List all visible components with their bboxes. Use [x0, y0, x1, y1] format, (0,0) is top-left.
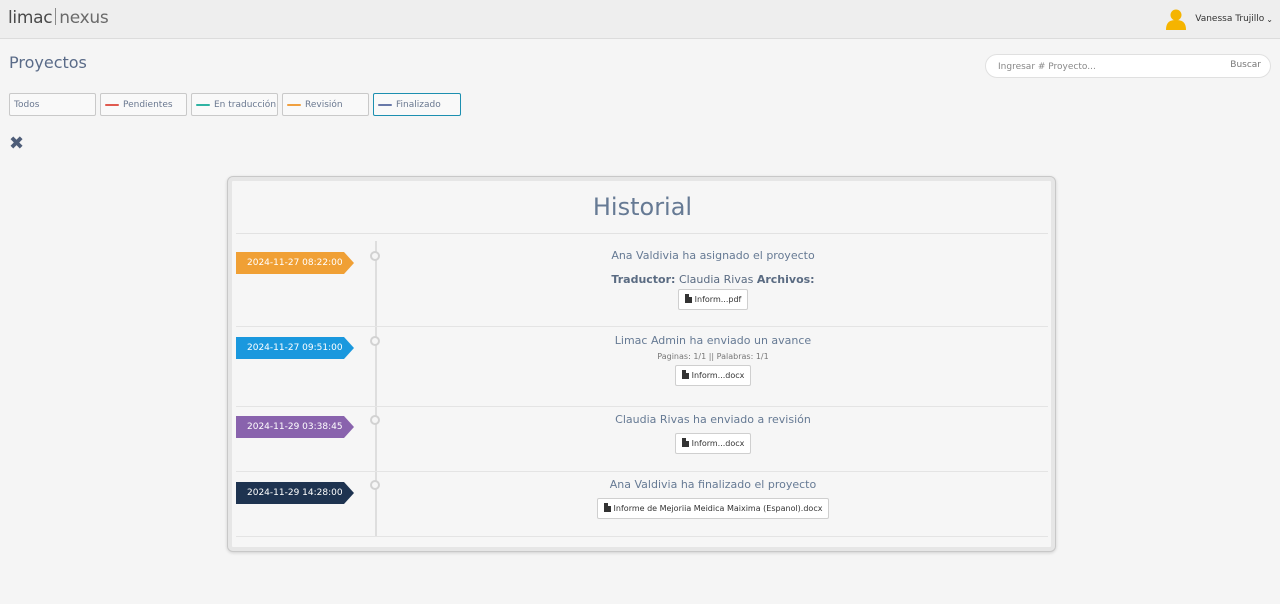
timeline-entry: 2024-11-29 14:28:00 Ana Valdivia ha fina… — [236, 472, 1048, 537]
top-bar: limac nexus Vanessa Trujillo ⌄ — [0, 0, 1280, 39]
timeline-entry: 2024-11-29 03:38:45 Claudia Rivas ha env… — [236, 407, 1048, 472]
entry-separator — [236, 536, 1048, 537]
filter-label: Todos — [14, 99, 40, 110]
status-color-bar — [287, 103, 301, 106]
files-label: Archivos: — [756, 273, 815, 286]
filter-label: Finalizado — [396, 99, 441, 110]
filter-label: En traducción — [214, 99, 277, 110]
close-icon[interactable]: ✖ — [9, 134, 24, 154]
entry-title: Ana Valdivia ha asignado el proyecto — [611, 249, 815, 262]
file-icon — [681, 370, 689, 379]
brand-part-2: nexus — [59, 8, 109, 28]
brand-separator — [55, 8, 57, 25]
file-name: Inform...pdf — [694, 295, 742, 304]
search-box: Buscar — [985, 54, 1271, 78]
file-attachment[interactable]: Informe de Mejoriia Meidica Maixima (Esp… — [596, 498, 830, 519]
file-attachment[interactable]: Inform...pdf — [677, 289, 749, 310]
file-name: Inform...docx — [691, 371, 745, 380]
filter-label: Revisión — [305, 99, 343, 110]
file-icon — [603, 503, 611, 512]
filter-pendientes[interactable]: Pendientes — [100, 93, 187, 116]
chevron-down-icon: ⌄ — [1266, 14, 1273, 24]
entry-content: Traductor: Claudia Rivas Archivos: Infor… — [236, 273, 1190, 310]
brand-part-1: limac — [8, 8, 53, 28]
filter-revision[interactable]: Revisión — [282, 93, 369, 116]
filter-todos[interactable]: Todos — [9, 93, 96, 116]
progress-details: Paginas: 1/1 || Palabras: 1/1 — [657, 352, 769, 361]
file-icon — [681, 438, 689, 447]
history-title: Historial — [592, 193, 693, 221]
file-attachment[interactable]: Inform...docx — [674, 365, 752, 386]
user-avatar-icon — [1166, 9, 1187, 30]
translator-name: Claudia Rivas — [678, 273, 754, 286]
user-name: Vanessa Trujillo — [1195, 14, 1265, 24]
entry-content: Paginas: 1/1 || Palabras: 1/1 Inform...d… — [236, 352, 1190, 386]
filter-en-traduccion[interactable]: En traducción — [191, 93, 278, 116]
file-attachment[interactable]: Inform...docx — [674, 433, 752, 454]
status-color-bar — [105, 103, 119, 106]
divider — [236, 233, 1048, 234]
user-menu[interactable]: Vanessa Trujillo ⌄ — [1165, 8, 1273, 30]
translator-line: Traductor: Claudia Rivas Archivos: — [236, 273, 1190, 286]
file-name: Informe de Mejoriia Meidica Maixima (Esp… — [613, 504, 823, 513]
entry-title: Limac Admin ha enviado un avance — [614, 334, 812, 347]
file-icon — [684, 294, 692, 303]
entry-title: Ana Valdivia ha finalizado el proyecto — [609, 478, 817, 491]
timeline-entry: 2024-11-27 09:51:00 Limac Admin ha envia… — [236, 327, 1048, 407]
filter-label: Pendientes — [123, 99, 173, 110]
entry-content: Informe de Mejoriia Meidica Maixima (Esp… — [236, 496, 1190, 519]
status-filters: Todos Pendientes En traducción Revisión … — [9, 93, 465, 116]
translator-label: Traductor: — [611, 273, 676, 286]
brand-logo[interactable]: limac nexus — [8, 8, 109, 28]
filter-finalizado[interactable]: Finalizado — [373, 93, 461, 116]
entry-title: Claudia Rivas ha enviado a revisión — [615, 413, 811, 426]
timeline-entry: 2024-11-27 08:22:00 Ana Valdivia ha asig… — [236, 235, 1048, 327]
status-color-bar — [378, 103, 392, 106]
history-panel: Historial 2024-11-27 08:22:00 Ana Valdiv… — [227, 176, 1056, 552]
search-button[interactable]: Buscar — [1230, 60, 1261, 70]
entry-content: Inform...docx — [236, 431, 1190, 454]
status-color-bar — [196, 103, 210, 106]
file-name: Inform...docx — [691, 439, 745, 448]
page-title: Proyectos — [9, 53, 87, 72]
search-input[interactable] — [998, 59, 1208, 74]
